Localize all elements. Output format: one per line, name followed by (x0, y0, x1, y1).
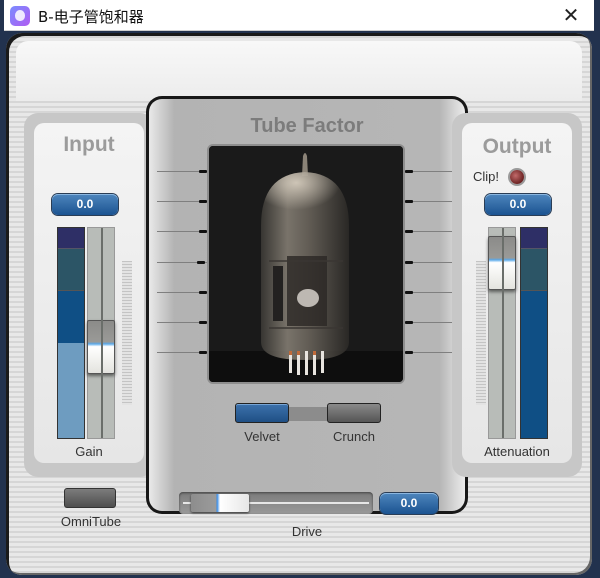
velvet-mode-button[interactable] (235, 403, 289, 423)
crunch-mode-button[interactable] (327, 403, 381, 423)
drive-label: Drive (291, 524, 323, 539)
attenuation-fader-track[interactable] (488, 227, 516, 439)
meter-segment-normal (521, 290, 547, 438)
tube-factor-inner: Tube Factor Velvet Crunch 0.0 Drive (149, 99, 465, 539)
window-title: B-电子管饱和器 (38, 8, 144, 26)
clip-label: Clip! (472, 169, 499, 184)
plugin-body: Input 0.0 Gain OmniTube Tube Factor Velv… (6, 33, 592, 575)
attenuation-scale (476, 261, 486, 405)
drive-slider[interactable] (179, 492, 373, 514)
output-panel-inner: Output Clip! 0.0 Attenuation (462, 123, 572, 463)
crunch-label: Crunch (333, 429, 375, 444)
tick-mark (199, 230, 207, 233)
input-panel: Input 0.0 Gain (24, 113, 154, 477)
gain-label: Gain (75, 444, 103, 459)
meter-segment-warn (521, 248, 547, 290)
input-title: Input (63, 133, 115, 156)
tube-factor-title: Tube Factor (250, 115, 364, 137)
meter-level-fill (58, 342, 84, 438)
tick-mark (405, 170, 413, 173)
tick-mark (405, 291, 413, 294)
tube-display (207, 144, 405, 384)
vacuum-tube-icon (209, 146, 403, 382)
tick-mark (199, 291, 207, 294)
attenuation-fader-handle[interactable] (488, 235, 516, 290)
gain-scale (122, 261, 132, 405)
output-panel: Output Clip! 0.0 Attenuation (452, 113, 582, 477)
output-attenuation-display[interactable]: 0.0 (485, 194, 551, 215)
plugin-top-bezel (16, 41, 582, 101)
omnitube-label: OmniTube (60, 514, 122, 529)
meter-segment-clip (58, 228, 84, 248)
clip-indicator-led (510, 170, 524, 184)
tick-mark (405, 200, 413, 203)
drive-value-display[interactable]: 0.0 (380, 493, 438, 514)
close-icon: ✕ (562, 3, 580, 27)
meter-segment-clip (521, 228, 547, 248)
tick-mark (405, 351, 413, 354)
title-bar: B-电子管饱和器 ✕ (4, 0, 594, 31)
meter-segment-warn (58, 248, 84, 290)
tick-mark (405, 321, 413, 324)
attenuation-label: Attenuation (484, 444, 550, 459)
tube-factor-panel: Tube Factor Velvet Crunch 0.0 Drive (146, 96, 468, 539)
tick-mark (405, 261, 413, 264)
tick-mark (405, 230, 413, 233)
mode-toggle-bridge (289, 407, 327, 421)
app-icon (10, 6, 30, 26)
tick-mark (199, 200, 207, 203)
tick-mark (199, 351, 207, 354)
tick-mark (197, 261, 205, 264)
tick-mark (199, 170, 207, 173)
velvet-label: Velvet (244, 429, 280, 444)
gain-fader-handle[interactable] (87, 319, 115, 374)
input-panel-inner: Input 0.0 Gain (34, 123, 144, 463)
output-title: Output (482, 135, 552, 158)
output-level-meter (520, 227, 548, 439)
drive-slider-handle[interactable] (191, 494, 250, 512)
gain-fader-track[interactable] (87, 227, 115, 439)
input-level-meter (57, 227, 85, 439)
tick-mark (199, 321, 207, 324)
input-gain-display[interactable]: 0.0 (52, 194, 118, 215)
plugin-window: B-电子管饱和器 ✕ Input 0.0 Gain OmniTube Tube … (0, 0, 600, 578)
close-button[interactable]: ✕ (558, 3, 584, 27)
omnitube-toggle-button[interactable] (64, 488, 116, 508)
